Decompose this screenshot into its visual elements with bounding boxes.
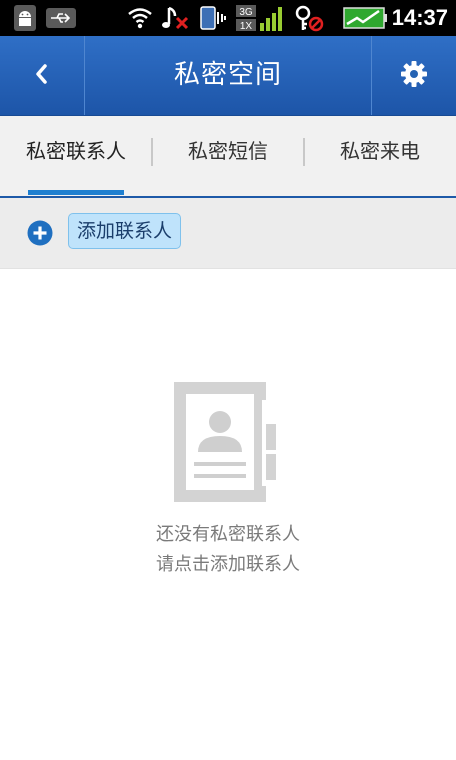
tab-private-calls[interactable]: 私密来电: [304, 116, 456, 196]
tab-selected-indicator: [28, 190, 124, 195]
svg-text:1X: 1X: [240, 21, 253, 32]
key-blocked-icon: [292, 4, 326, 32]
android-icon: [10, 4, 40, 32]
tab-bar: 私密联系人 私密短信 私密来电: [0, 116, 456, 198]
page-title: 私密空间: [173, 60, 282, 90]
status-bar: 3G 1X 14:37: [0, 0, 456, 36]
title-bar: 私密空间: [0, 36, 456, 116]
add-contact-button[interactable]: 添加联系人: [68, 213, 182, 249]
svg-text:3G: 3G: [239, 7, 253, 18]
vibrate-icon: [196, 4, 230, 32]
status-time: 14:37: [391, 5, 448, 30]
settings-button[interactable]: [371, 36, 456, 115]
add-contact-row: 添加联系人: [0, 198, 456, 269]
tab-private-contacts[interactable]: 私密联系人: [0, 116, 152, 196]
wifi-icon: [126, 4, 154, 32]
music-muted-icon: [158, 4, 192, 32]
add-circle-icon[interactable]: [27, 220, 53, 246]
empty-state-message: 还没有私密联系人: [156, 524, 300, 545]
signal-icon: 3G 1X: [234, 4, 286, 32]
usb-icon: [44, 4, 78, 32]
back-button[interactable]: [0, 36, 85, 115]
tab-private-sms[interactable]: 私密短信: [152, 116, 304, 196]
empty-contact-card-icon: [174, 382, 282, 502]
gear-icon: [399, 59, 429, 93]
battery-icon: [342, 4, 388, 32]
chevron-left-icon: [32, 62, 52, 90]
empty-state-hint: 请点击添加联系人: [156, 554, 300, 575]
